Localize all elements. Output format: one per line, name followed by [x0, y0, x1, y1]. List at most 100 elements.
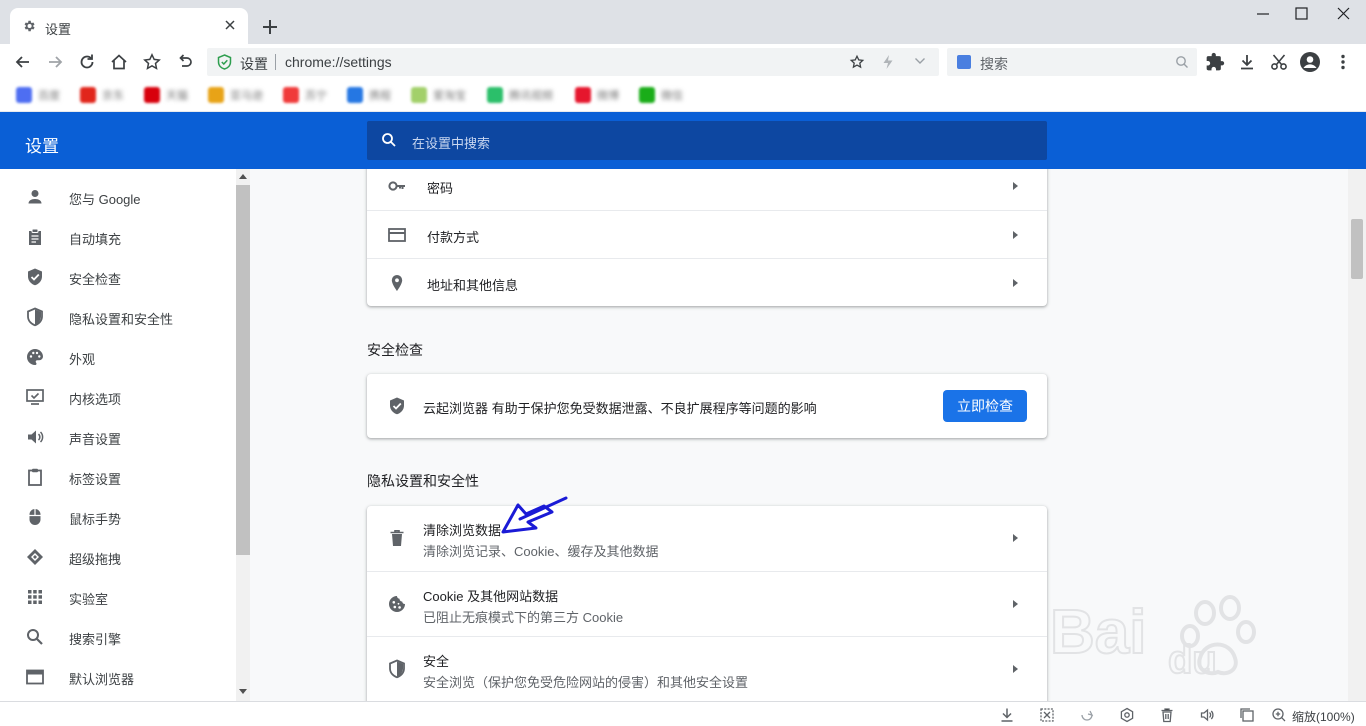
address-bar[interactable]: 设置 chrome://settings	[207, 48, 939, 76]
bookmark-label: 腾讯视频	[509, 90, 553, 102]
sidebar-item-sound[interactable]: 声音设置	[0, 418, 236, 454]
row-security[interactable]: 安全 安全浏览（保护您免受危险网站的侵害）和其他安全设置	[367, 636, 1047, 701]
search-icon[interactable]	[1175, 55, 1189, 69]
maximize-icon[interactable]	[1289, 6, 1313, 22]
row-cookies[interactable]: Cookie 及其他网站数据 已阻止无痕模式下的第三方 Cookie	[367, 571, 1047, 636]
sidebar-item-label: 标签设置	[69, 472, 122, 487]
scroll-down-arrow-icon[interactable]	[239, 689, 247, 694]
forward-arrow-icon[interactable]	[45, 52, 65, 72]
scrollbar-thumb[interactable]	[1351, 219, 1363, 279]
row-label: 清除浏览数据	[423, 523, 502, 538]
reload-icon[interactable]	[77, 52, 97, 72]
window-icon[interactable]	[1239, 707, 1255, 723]
block-icon[interactable]	[1039, 707, 1055, 723]
sidebar-item-kernel[interactable]: 内核选项	[0, 378, 236, 414]
row-passwords[interactable]: 密码	[367, 169, 1047, 210]
sidebar-item-search-engine[interactable]: 搜索引擎	[0, 618, 236, 654]
sidebar-item-super-drag[interactable]: 超级拖拽	[0, 538, 236, 574]
sidebar-item-label: 您与 Google	[69, 192, 141, 207]
bookmark-item[interactable]: 京东	[80, 86, 124, 104]
download-icon[interactable]	[1237, 52, 1257, 72]
extensions-puzzle-icon[interactable]	[1205, 52, 1225, 72]
zoom-icon[interactable]	[1271, 707, 1287, 723]
trash-icon[interactable]	[1159, 707, 1175, 723]
sidebar-item-tabs[interactable]: 标签设置	[0, 458, 236, 494]
scroll-up-arrow-icon[interactable]	[239, 174, 247, 179]
bookmark-item[interactable]: 天猫	[144, 86, 188, 104]
bookmark-item[interactable]: 亚马逊	[208, 86, 263, 104]
bookmark-label: 微博	[597, 90, 619, 102]
credit-card-icon	[387, 225, 407, 245]
search-box[interactable]: 搜索	[947, 48, 1197, 76]
url-text[interactable]: chrome://settings	[285, 54, 392, 70]
speaker-icon	[25, 427, 45, 447]
browser-window-icon	[25, 667, 45, 687]
scissors-icon[interactable]	[1269, 52, 1289, 72]
autofill-card: 密码 付款方式 地址和其他信息	[367, 169, 1047, 306]
undo-icon[interactable]	[175, 52, 195, 72]
row-payment-methods[interactable]: 付款方式	[367, 210, 1047, 258]
bookmark-item[interactable]: 携程	[347, 86, 391, 104]
bookmark-favicon-icon	[144, 87, 160, 103]
star-icon[interactable]	[849, 54, 865, 70]
bookmark-item[interactable]: 苏宁	[283, 86, 327, 104]
home-icon[interactable]	[109, 52, 129, 72]
bookmark-item[interactable]: 爱淘宝	[411, 86, 466, 104]
bookmark-favicon-icon	[208, 87, 224, 103]
bookmark-item[interactable]: 微博	[575, 86, 619, 104]
check-now-button[interactable]: 立即检查	[943, 390, 1027, 422]
new-tab-button[interactable]	[258, 15, 282, 39]
gear-icon	[22, 19, 36, 33]
sidebar-item-label: 安全检查	[69, 272, 122, 287]
scrollbar-thumb[interactable]	[236, 185, 250, 555]
search-engine-icon[interactable]	[957, 55, 971, 69]
settings-search-placeholder: 在设置中搜索	[412, 136, 491, 151]
mouse-icon	[25, 507, 45, 527]
toolbar: 设置 chrome://settings 搜索	[0, 44, 1366, 79]
row-label: 密码	[427, 181, 454, 196]
sidebar-item-privacy[interactable]: 隐私设置和安全性	[0, 298, 236, 334]
bookmark-item[interactable]: 微信	[639, 86, 683, 104]
sidebar-item-autofill[interactable]: 自动填充	[0, 218, 236, 254]
sidebar-item-default-browser[interactable]: 默认浏览器	[0, 658, 236, 694]
zoom-level[interactable]: 缩放(100%)	[1292, 708, 1355, 725]
more-menu-icon[interactable]	[1333, 52, 1353, 72]
sidebar-item-label: 自动填充	[69, 232, 122, 247]
close-window-icon[interactable]	[1331, 6, 1355, 22]
shield-half-icon	[25, 307, 45, 327]
close-tab-icon[interactable]	[224, 19, 236, 31]
bookmark-item[interactable]: 腾讯视频	[487, 86, 553, 104]
main-scrollbar[interactable]	[1348, 169, 1366, 701]
sidebar-item-you-and-google[interactable]: 您与 Google	[0, 178, 236, 214]
chevron-down-icon[interactable]	[914, 57, 926, 65]
row-addresses[interactable]: 地址和其他信息	[367, 258, 1047, 306]
sidebar-item-mouse-gestures[interactable]: 鼠标手势	[0, 498, 236, 534]
chevron-right-icon	[1013, 665, 1018, 673]
row-label: 地址和其他信息	[427, 278, 519, 293]
back-arrow-icon[interactable]	[13, 52, 33, 72]
profile-avatar-icon[interactable]	[1299, 51, 1321, 73]
bookmark-item[interactable]: 百度	[16, 86, 60, 104]
section-title-privacy: 隐私设置和安全性	[367, 473, 479, 489]
privacy-card: 清除浏览数据 清除浏览记录、Cookie、缓存及其他数据 Cookie 及其他网…	[367, 506, 1047, 701]
sidebar-scrollbar[interactable]	[236, 169, 250, 701]
download-icon[interactable]	[999, 707, 1015, 723]
speaker-icon[interactable]	[1199, 707, 1215, 723]
tab-settings[interactable]: 设置	[10, 8, 248, 44]
chevron-right-icon	[1013, 279, 1018, 287]
sidebar-item-labs[interactable]: 实验室	[0, 578, 236, 614]
security-shield-icon	[387, 659, 407, 679]
hexagon-settings-icon[interactable]	[1119, 707, 1135, 723]
sidebar-item-appearance[interactable]: 外观	[0, 338, 236, 374]
refresh-icon[interactable]	[1079, 707, 1095, 723]
lightning-icon[interactable]	[881, 54, 895, 70]
bookmark-star-icon[interactable]	[142, 52, 162, 72]
page-title: 设置	[25, 137, 59, 156]
bookmark-label: 苏宁	[305, 90, 327, 102]
sidebar-item-safety-check[interactable]: 安全检查	[0, 258, 236, 294]
settings-search-input[interactable]: 在设置中搜索	[367, 121, 1047, 160]
minimize-icon[interactable]	[1251, 6, 1275, 22]
section-title-safety-check: 安全检查	[367, 342, 423, 358]
row-clear-browsing-data[interactable]: 清除浏览数据 清除浏览记录、Cookie、缓存及其他数据	[367, 506, 1047, 571]
settings-sidebar: 您与 Google 自动填充 安全检查 隐私设置和安全性 外观 内核选项 声音设…	[0, 169, 236, 701]
